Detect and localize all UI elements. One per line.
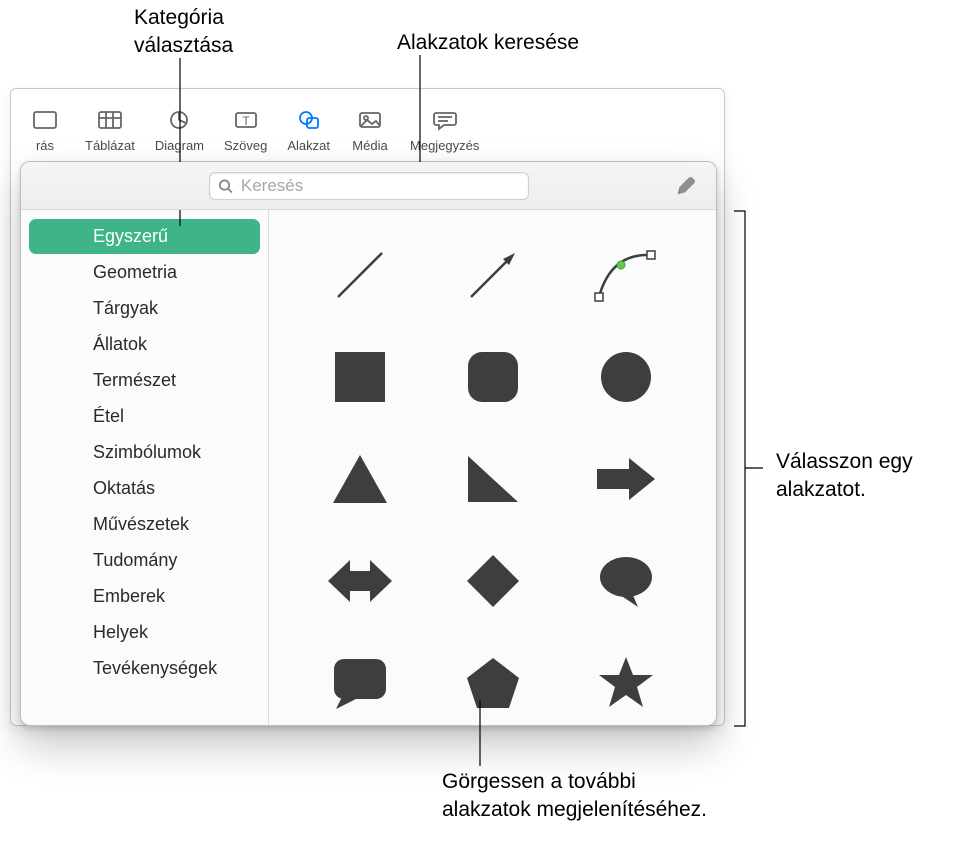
shape-rounded-square[interactable] [426, 326, 559, 428]
pen-icon [675, 175, 697, 197]
shape-arrow-both-block[interactable] [293, 530, 426, 632]
toolbar-item-table[interactable]: Táblázat [75, 100, 145, 161]
svg-text:T: T [242, 114, 250, 128]
toolbar-label: rás [36, 138, 54, 153]
category-item[interactable]: Emberek [29, 579, 260, 614]
search-field[interactable] [209, 172, 529, 200]
search-icon [218, 178, 233, 194]
toolbar-item-media[interactable]: Média [340, 100, 400, 161]
toolbar-label: Táblázat [85, 138, 135, 153]
shape-grid-container[interactable] [269, 210, 716, 725]
category-item[interactable]: Egyszerű [29, 219, 260, 254]
table-icon [90, 106, 130, 134]
toolbar-label: Szöveg [224, 138, 267, 153]
toolbar-item-comment[interactable]: Megjegyzés [400, 100, 489, 161]
callout-search: Alakzatok keresése [397, 29, 579, 57]
toolbar-item-text[interactable]: T Szöveg [214, 100, 277, 161]
shape-curve-editable[interactable] [559, 224, 692, 326]
shapes-icon [289, 106, 329, 134]
toolbar-item-shapes[interactable]: Alakzat [277, 100, 340, 161]
comment-icon [425, 106, 465, 134]
category-item[interactable]: Művészetek [29, 507, 260, 542]
shape-arrow-right-block[interactable] [559, 428, 692, 530]
category-item[interactable]: Étel [29, 399, 260, 434]
shapes-popover: EgyszerűGeometriaTárgyakÁllatokTermészet… [20, 161, 717, 726]
bracket-select [733, 210, 773, 728]
category-item[interactable]: Tárgyak [29, 291, 260, 326]
toolbar: rásTáblázatDiagramTSzövegAlakzatMédiaMeg… [11, 89, 724, 161]
category-item[interactable]: Természet [29, 363, 260, 398]
shape-arrow-line[interactable] [426, 224, 559, 326]
category-item[interactable]: Helyek [29, 615, 260, 650]
shape-diamond[interactable] [426, 530, 559, 632]
text-icon: T [226, 106, 266, 134]
leader-scroll [478, 700, 482, 766]
category-item[interactable]: Tevékenységek [29, 651, 260, 686]
category-item[interactable]: Tudomány [29, 543, 260, 578]
callout-category: Kategória választása [134, 4, 233, 61]
popover-header [21, 162, 716, 210]
callout-select: Válasszon egy alakzatot. [776, 448, 913, 505]
category-item[interactable]: Geometria [29, 255, 260, 290]
insert-partial-icon [25, 106, 65, 134]
category-sidebar: EgyszerűGeometriaTárgyakÁllatokTermészet… [21, 210, 269, 725]
popover-body: EgyszerűGeometriaTárgyakÁllatokTermészet… [21, 210, 716, 725]
shape-speech-bubble[interactable] [559, 530, 692, 632]
leader-search [418, 55, 422, 177]
shape-line[interactable] [293, 224, 426, 326]
shape-square[interactable] [293, 326, 426, 428]
shape-grid [269, 210, 716, 725]
draw-shape-button[interactable] [672, 172, 700, 200]
shape-pentagon[interactable] [426, 632, 559, 725]
shape-talk-rect[interactable] [293, 632, 426, 725]
category-item[interactable]: Szimbólumok [29, 435, 260, 470]
shape-star[interactable] [559, 632, 692, 725]
callout-scroll: Görgessen a további alakzatok megjelenít… [442, 768, 707, 825]
category-item[interactable]: Oktatás [29, 471, 260, 506]
shape-right-triangle[interactable] [426, 428, 559, 530]
search-input[interactable] [239, 175, 520, 197]
toolbar-label: Média [352, 138, 387, 153]
shape-circle[interactable] [559, 326, 692, 428]
toolbar-label: Alakzat [287, 138, 330, 153]
shape-triangle[interactable] [293, 428, 426, 530]
toolbar-item-insert-partial[interactable]: rás [15, 100, 75, 161]
category-item[interactable]: Állatok [29, 327, 260, 362]
media-icon [350, 106, 390, 134]
